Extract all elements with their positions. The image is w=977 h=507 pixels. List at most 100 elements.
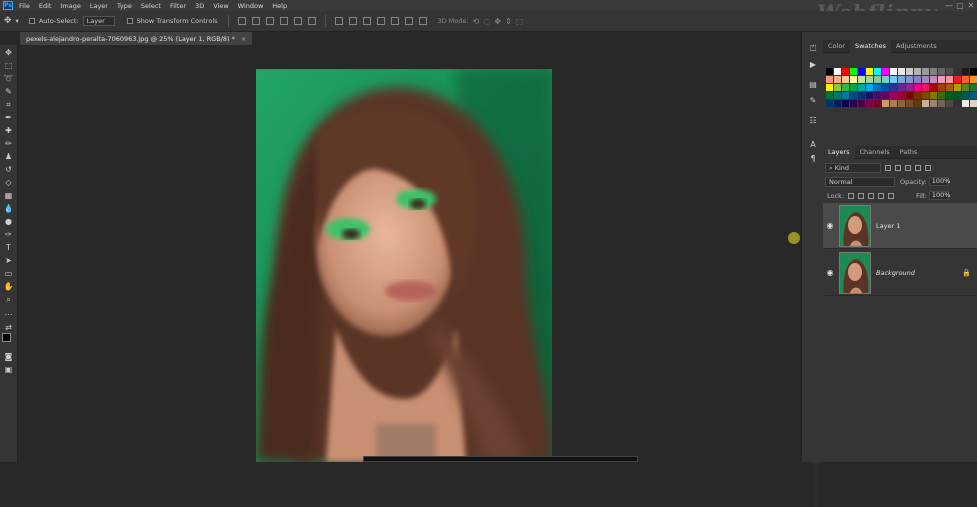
color-swatch[interactable] [866,68,873,75]
path-select-tool-icon[interactable]: ➤ [3,255,14,266]
menu-file[interactable]: File [19,2,30,10]
clone-stamp-tool-icon[interactable]: ♟ [3,151,14,162]
color-swatch[interactable] [858,76,865,83]
3d-slide-icon[interactable]: ⇕ [505,17,512,26]
history-panel-icon[interactable]: ⏍ [808,44,818,54]
color-swatch[interactable] [946,84,953,91]
color-swatch[interactable] [898,92,905,99]
layer-row-background[interactable]: ◉ Background 🔒 [823,250,977,296]
color-swatch[interactable] [906,92,913,99]
eraser-tool-icon[interactable]: ◇ [3,177,14,188]
menu-select[interactable]: Select [141,2,161,10]
color-swatch[interactable] [850,76,857,83]
color-swatch[interactable] [882,92,889,99]
color-swatch[interactable] [954,76,961,83]
color-swatch[interactable] [866,76,873,83]
color-swatch[interactable] [962,92,969,99]
color-swatch[interactable] [842,92,849,99]
eyedropper-tool-icon[interactable]: ✒ [3,112,14,123]
color-swatch[interactable] [970,68,977,75]
color-swatch[interactable] [842,100,849,107]
color-swatch[interactable] [826,68,833,75]
color-swatch[interactable] [826,100,833,107]
auto-select-dropdown[interactable]: Layer [82,16,115,26]
tab-paths[interactable]: Paths [895,146,923,159]
color-swatch[interactable] [954,92,961,99]
crop-tool-icon[interactable]: ⌗ [3,99,14,110]
color-swatch[interactable] [866,100,873,107]
color-swatch[interactable] [826,76,833,83]
color-swatch[interactable] [962,68,969,75]
color-swatch[interactable] [850,100,857,107]
color-swatch[interactable] [858,68,865,75]
color-swatch[interactable] [970,92,977,99]
distribute-left-icon[interactable] [376,17,385,25]
color-swatch[interactable] [922,68,929,75]
tab-layers[interactable]: Layers [823,145,855,159]
color-swatch[interactable] [906,100,913,107]
color-swatch[interactable] [930,84,937,91]
distribute-center-icon[interactable] [390,17,399,25]
align-right-icon[interactable] [307,17,316,25]
menu-3d[interactable]: 3D [195,2,204,10]
healing-brush-tool-icon[interactable]: ✚ [3,125,14,136]
color-swatch[interactable] [874,68,881,75]
color-swatch[interactable] [834,84,841,91]
color-swatch[interactable] [906,84,913,91]
pen-tool-icon[interactable]: ✑ [3,229,14,240]
3d-scale-icon[interactable]: ⬚ [516,17,524,26]
color-swatch[interactable] [882,84,889,91]
color-swatch[interactable] [866,92,873,99]
color-swatch[interactable] [914,84,921,91]
canvas-area[interactable] [18,45,819,507]
color-swatch[interactable] [890,100,897,107]
shape-filter-icon[interactable] [915,164,921,171]
color-swatch[interactable] [874,76,881,83]
align-left-icon[interactable] [279,17,288,25]
lock-all-icon[interactable] [888,192,895,199]
menu-view[interactable]: View [213,2,228,10]
color-swatch[interactable] [882,68,889,75]
more-tools-icon[interactable]: … [3,307,14,318]
fill-input[interactable]: 100% [928,191,950,200]
foreground-color-swatch[interactable] [2,333,11,342]
maximize-button[interactable]: ▢ [955,1,965,10]
layer-row-layer-1[interactable]: ◉ Layer 1 [823,203,977,249]
close-icon[interactable]: × [241,35,246,43]
menu-edit[interactable]: Edit [39,2,52,10]
lock-position-icon[interactable] [868,192,875,199]
zoom-tool-icon[interactable]: ⌕ [3,294,14,305]
color-swatch[interactable] [914,76,921,83]
move-tool-icon[interactable]: ✥ [3,47,14,58]
lock-pixels-icon[interactable] [848,192,855,199]
color-swatch[interactable] [890,84,897,91]
smart-object-filter-icon[interactable] [925,164,931,171]
color-swatch[interactable] [842,84,849,91]
distribute-middle-icon[interactable] [348,17,357,25]
opacity-input[interactable]: 100% [928,177,950,186]
menu-layer[interactable]: Layer [90,2,108,10]
color-swatch[interactable] [874,84,881,91]
align-top-icon[interactable] [237,17,246,25]
color-swatch[interactable] [930,68,937,75]
color-swatch[interactable] [842,76,849,83]
hand-tool-icon[interactable]: ✋ [3,281,14,292]
align-center-icon[interactable] [293,17,302,25]
color-swatch[interactable] [826,84,833,91]
color-swatch[interactable] [890,76,897,83]
color-swatch[interactable] [914,92,921,99]
close-window-button[interactable]: ✕ [966,1,976,10]
color-swatch[interactable] [930,76,937,83]
color-swatch[interactable] [874,100,881,107]
color-swatch[interactable] [898,68,905,75]
color-swatch[interactable] [970,84,977,91]
layer-name[interactable]: Background [876,269,915,277]
auto-select-checkbox[interactable] [28,18,35,24]
color-swatch[interactable] [938,92,945,99]
3d-pan-icon[interactable]: ✥ [494,17,501,26]
auto-align-icon[interactable] [418,17,427,25]
color-swatch[interactable] [946,68,953,75]
chevron-down-icon[interactable]: ▾ [16,17,19,25]
align-bottom-icon[interactable] [265,17,274,25]
menu-window[interactable]: Window [238,2,264,10]
